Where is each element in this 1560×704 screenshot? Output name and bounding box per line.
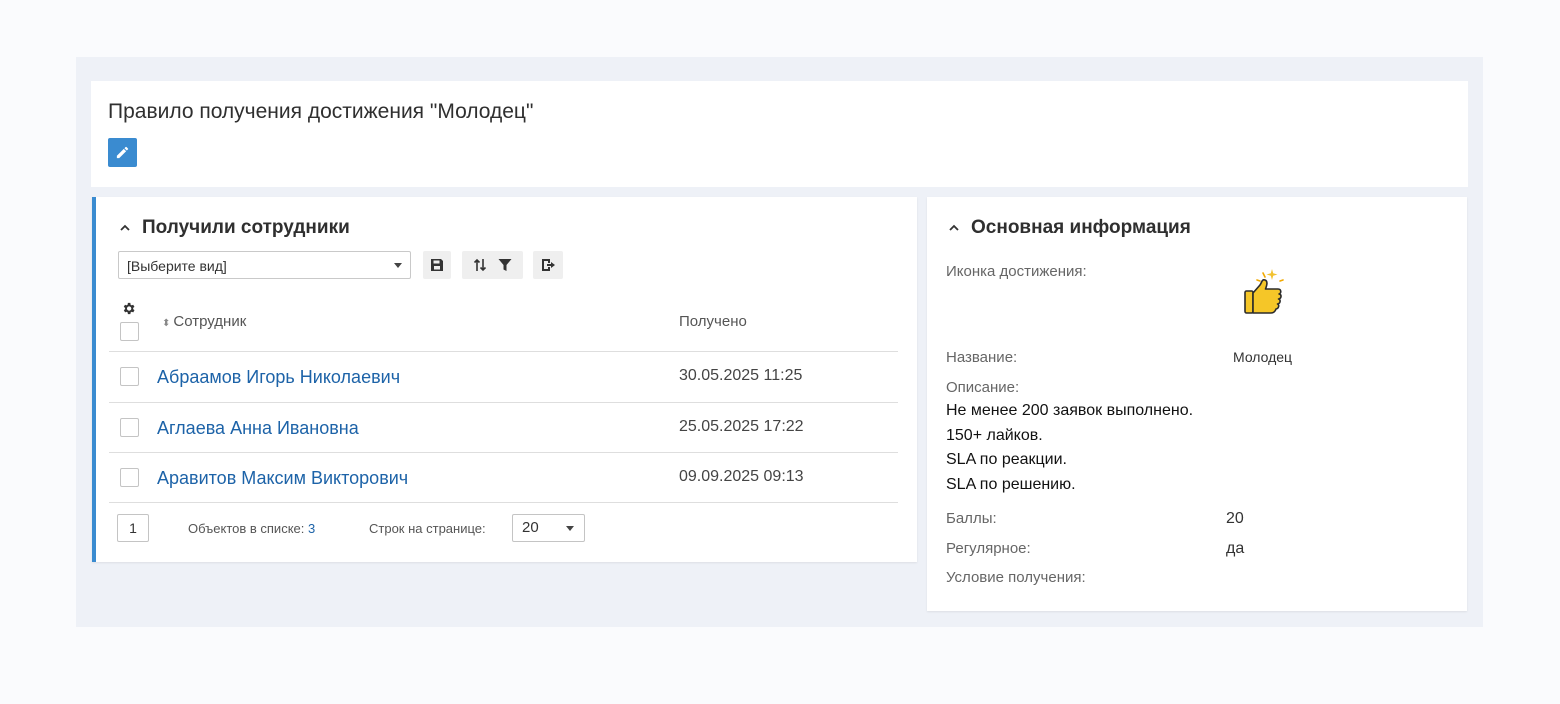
export-icon bbox=[541, 259, 555, 271]
sort-icon[interactable] bbox=[473, 258, 487, 272]
received-date: 25.05.2025 17:22 bbox=[679, 418, 804, 435]
description-line: SLA по решению. bbox=[946, 475, 1076, 493]
description-line: Не менее 200 заявок выполнено. bbox=[946, 402, 1194, 419]
employee-link[interactable]: Абраамов Игорь Николаевич bbox=[157, 367, 400, 388]
divider bbox=[109, 502, 898, 503]
info-panel: Основная информация Иконка достижения: Н… bbox=[927, 197, 1467, 611]
page-number[interactable]: 1 bbox=[117, 514, 149, 542]
description-line: 150+ лайков. bbox=[946, 426, 1043, 444]
name-value: Молодец bbox=[1233, 349, 1293, 365]
column-header-received[interactable]: Получено bbox=[679, 313, 747, 330]
info-section-title: Основная информация bbox=[971, 217, 1191, 238]
regular-value: да bbox=[1226, 540, 1245, 557]
employees-section-title: Получили сотрудники bbox=[142, 217, 350, 238]
column-header-employee[interactable]: ⬍ Сотрудник bbox=[162, 313, 246, 330]
table-row: Аглаева Анна Ивановна 25.05.2025 17:22 bbox=[109, 403, 898, 453]
sort-toggle-icon: ⬍ bbox=[162, 318, 171, 329]
edit-button[interactable] bbox=[108, 138, 137, 167]
table-row: Абраамов Игорь Николаевич 30.05.2025 11:… bbox=[109, 352, 898, 402]
rows-per-page-select[interactable]: 20 bbox=[512, 514, 585, 542]
chevron-up-icon bbox=[120, 224, 130, 231]
export-button[interactable] bbox=[533, 251, 563, 279]
table-row: Аравитов Максим Викторович 09.09.2025 09… bbox=[109, 453, 898, 503]
employee-link[interactable]: Аравитов Максим Викторович bbox=[157, 468, 408, 489]
regular-label: Регулярное: bbox=[946, 540, 1031, 557]
points-value: 20 bbox=[1226, 510, 1244, 527]
rows-per-page-label: Строк на странице: bbox=[369, 521, 486, 536]
page-title: Правило получения достижения "Молодец" bbox=[108, 100, 534, 123]
description-line: SLA по реакции. bbox=[946, 451, 1067, 468]
info-section-header[interactable]: Основная информация bbox=[949, 217, 1191, 239]
condition-label: Условие получения: bbox=[946, 569, 1086, 586]
received-date: 30.05.2025 11:25 bbox=[679, 367, 803, 384]
chevron-up-icon bbox=[949, 224, 959, 231]
gear-icon[interactable] bbox=[121, 301, 136, 316]
caret-down-icon bbox=[394, 263, 402, 268]
description-text: Не менее 200 заявок выполнено. 150+ лайк… bbox=[946, 399, 1193, 497]
icon-label: Иконка достижения: bbox=[946, 263, 1087, 280]
header-card: Правило получения достижения "Молодец" bbox=[91, 81, 1468, 187]
thumbs-up-icon bbox=[1244, 269, 1284, 314]
objects-count-value[interactable]: 3 bbox=[308, 521, 315, 536]
view-select[interactable]: [Выберите вид] bbox=[118, 251, 411, 279]
row-checkbox[interactable] bbox=[120, 367, 139, 386]
points-label: Баллы: bbox=[946, 510, 997, 527]
description-label: Описание: bbox=[946, 379, 1020, 396]
name-label: Название: bbox=[946, 349, 1018, 366]
caret-down-icon bbox=[566, 526, 574, 531]
select-all-checkbox[interactable] bbox=[120, 322, 139, 341]
row-checkbox[interactable] bbox=[120, 418, 139, 437]
view-select-value: [Выберите вид] bbox=[127, 258, 227, 274]
employee-link[interactable]: Аглаева Анна Ивановна bbox=[157, 418, 359, 439]
sort-filter-group bbox=[462, 251, 523, 279]
column-employee-label: Сотрудник bbox=[173, 313, 247, 330]
pencil-icon bbox=[116, 146, 129, 159]
received-date: 09.09.2025 09:13 bbox=[679, 468, 804, 485]
employees-section-header[interactable]: Получили сотрудники bbox=[120, 217, 350, 239]
objects-count-label: Объектов в списке: bbox=[188, 521, 305, 536]
filter-icon[interactable] bbox=[498, 258, 512, 272]
save-icon bbox=[431, 259, 443, 271]
rows-per-page-value: 20 bbox=[522, 519, 539, 536]
row-checkbox[interactable] bbox=[120, 468, 139, 487]
save-view-button[interactable] bbox=[423, 251, 451, 279]
objects-count-text: Объектов в списке: 3 bbox=[188, 521, 315, 536]
employees-panel: Получили сотрудники [Выберите вид] ⬍ Сотр… bbox=[92, 197, 917, 562]
